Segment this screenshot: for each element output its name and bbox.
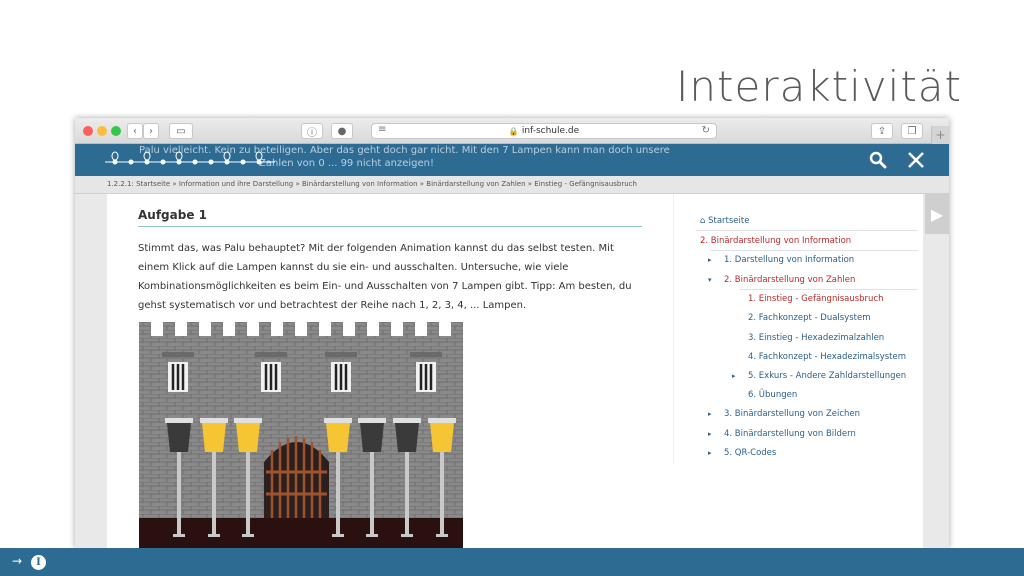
- share-button[interactable]: ⇪: [871, 123, 893, 139]
- caret-down-icon[interactable]: ▾: [708, 276, 712, 284]
- privacy-icon: ⓘ: [307, 127, 317, 139]
- browser-toolbar: ‹ › ▭ ⓘ ● ≡ 🔒 inf-schule.de ↻ ⇪ ❐ +: [75, 118, 949, 144]
- chevron-right-icon: ›: [149, 125, 153, 137]
- nav-item-uebungen[interactable]: 6. Übungen: [748, 390, 797, 400]
- main-column: Aufgabe 1 Stimmt das, was Palu behauptet…: [138, 194, 642, 315]
- reload-icon[interactable]: ↻: [702, 125, 710, 136]
- breadcrumb[interactable]: 1.2.2.1: Startseite » Information und ih…: [107, 180, 637, 188]
- close-icon[interactable]: [905, 149, 927, 171]
- share-icon: ⇪: [877, 125, 887, 137]
- castle-ground: [139, 518, 463, 548]
- url-text: inf-schule.de: [521, 126, 580, 136]
- sidebar-icon: ▭: [176, 125, 186, 137]
- address-bar[interactable]: ≡ 🔒 inf-schule.de ↻: [371, 123, 717, 139]
- content-area: Aufgabe 1 Stimmt das, was Palu behauptet…: [107, 194, 923, 548]
- nav-item-dualsystem[interactable]: 2. Fachkonzept - Dualsystem: [748, 313, 871, 323]
- new-tab-button[interactable]: +: [931, 126, 949, 144]
- breadcrumb-bar: 1.2.2.1: Startseite » Information und ih…: [75, 176, 949, 194]
- password-button[interactable]: ●: [331, 123, 353, 139]
- nav-item-binaer-zahlen[interactable]: 2. Binärdarstellung von Zahlen: [724, 275, 855, 285]
- maximize-window-button[interactable]: [111, 126, 121, 136]
- nav-item-hexadezimalsystem[interactable]: 4. Fachkonzept - Hexadezimalsystem: [748, 352, 906, 362]
- nav-home-label: Startseite: [708, 216, 750, 226]
- close-window-button[interactable]: [83, 126, 93, 136]
- forward-button[interactable]: ›: [143, 123, 159, 139]
- site-logo[interactable]: [105, 150, 275, 172]
- slide-footer: → I: [0, 548, 1024, 576]
- search-icon[interactable]: [867, 149, 889, 171]
- nav-item-zeichen[interactable]: 3. Binärdarstellung von Zeichen: [724, 409, 860, 419]
- caret-right-icon[interactable]: ▸: [732, 372, 736, 380]
- caret-right-icon[interactable]: ▸: [708, 430, 712, 438]
- task-title: Aufgabe 1: [138, 208, 642, 227]
- nav-item-hexadezimalzahlen[interactable]: 3. Einstieg - Hexadezimalzahlen: [748, 333, 884, 343]
- nav-item-bildern[interactable]: 4. Binärdarstellung von Bildern: [724, 429, 856, 439]
- nav-item-qr-codes[interactable]: 5. QR-Codes: [724, 448, 776, 458]
- lock-icon: 🔒: [508, 126, 519, 136]
- task-text: Stimmt das, was Palu behauptet? Mit der …: [138, 243, 632, 311]
- sidebar-button[interactable]: ▭: [169, 123, 193, 139]
- nav-item-einstieg-gefaengnis[interactable]: 1. Einstieg - Gefängnisausbruch: [748, 294, 884, 304]
- chevron-right-icon: ▶: [930, 204, 944, 224]
- navigation-sidebar: ⌂ Startseite 2. Binärdarstellung von Inf…: [673, 194, 920, 464]
- caret-right-icon[interactable]: ▸: [708, 410, 712, 418]
- info-icon[interactable]: I: [31, 555, 46, 570]
- privacy-button[interactable]: ⓘ: [301, 123, 323, 139]
- slide: Interaktivität ‹ › ▭ ⓘ ● ≡ 🔒 inf-schule.…: [0, 0, 1024, 576]
- minimize-window-button[interactable]: [97, 126, 107, 136]
- caret-right-icon[interactable]: ▸: [708, 256, 712, 264]
- reader-icon: ≡: [378, 124, 387, 135]
- nav-item-binaer-information[interactable]: 2. Binärdarstellung von Information: [700, 236, 851, 246]
- nav-item-darstellung[interactable]: 1. Darstellung von Information: [724, 255, 854, 265]
- chevron-left-icon: ‹: [133, 125, 137, 137]
- slide-title: Interaktivität: [676, 62, 962, 111]
- site-header: Palu vielleicht. Kein zu beteiligen. Abe…: [75, 144, 949, 176]
- browser-window: ‹ › ▭ ⓘ ● ≡ 🔒 inf-schule.de ↻ ⇪ ❐ + Palu…: [75, 118, 949, 548]
- home-icon: ⌂: [700, 216, 706, 226]
- nav-divider: [710, 250, 918, 251]
- caret-right-icon[interactable]: ▸: [708, 449, 712, 457]
- nav-divider: [740, 289, 918, 290]
- castle-animation[interactable]: [139, 322, 463, 548]
- back-button[interactable]: ‹: [127, 123, 143, 139]
- nav-divider: [696, 230, 918, 231]
- key-icon: ●: [337, 125, 347, 137]
- arrow-right-icon: →: [12, 554, 23, 568]
- nav-home[interactable]: ⌂ Startseite: [700, 216, 749, 226]
- tabs-icon: ❐: [907, 125, 917, 137]
- nav-item-exkurs[interactable]: 5. Exkurs - Andere Zahldarstellungen: [748, 371, 906, 381]
- next-page-button[interactable]: ▶: [925, 194, 949, 234]
- tabs-button[interactable]: ❐: [901, 123, 923, 139]
